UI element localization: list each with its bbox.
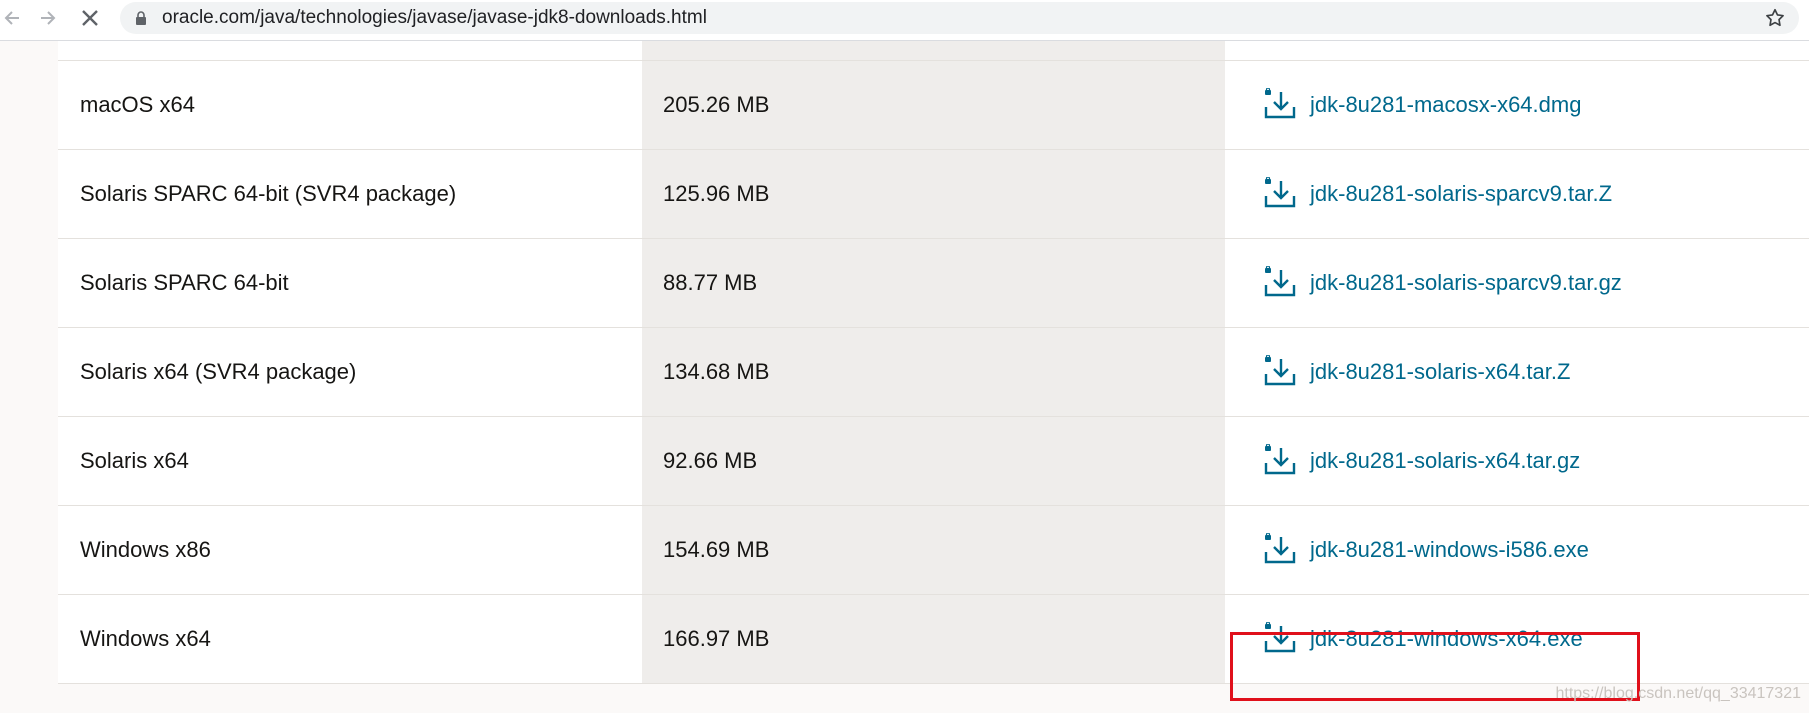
download-link[interactable]: jdk-8u281-solaris-x64.tar.Z	[1262, 355, 1570, 389]
file-size: 92.66 MB	[663, 448, 758, 473]
download-icon	[1264, 88, 1296, 119]
download-filename[interactable]: jdk-8u281-solaris-sparcv9.tar.Z	[1310, 181, 1612, 207]
table-row: Windows x86 154.69 MB jdk-8u281-windows-…	[58, 506, 1809, 595]
size-cell: 125.96 MB	[642, 150, 1225, 238]
download-filename[interactable]: jdk-8u281-windows-i586.exe	[1310, 537, 1589, 563]
page-content: macOS x64 205.26 MB jdk-8u281-macosx-x64…	[0, 41, 1809, 713]
os-label: Solaris SPARC 64-bit (SVR4 package)	[80, 181, 457, 206]
lock-icon[interactable]	[135, 2, 147, 34]
download-icon	[1264, 444, 1296, 475]
table-row: Solaris SPARC 64-bit (SVR4 package) 125.…	[58, 150, 1809, 239]
size-cell: 154.69 MB	[642, 506, 1225, 594]
os-cell: Windows x86	[58, 506, 642, 594]
download-link[interactable]: jdk-8u281-macosx-x64.dmg	[1262, 88, 1581, 122]
download-icon	[1264, 533, 1296, 564]
os-cell: Solaris SPARC 64-bit (SVR4 package)	[58, 150, 642, 238]
close-icon	[82, 10, 98, 26]
size-cell: 88.77 MB	[642, 239, 1225, 327]
table-row: Solaris x64 92.66 MB jdk-8u281-solaris-x…	[58, 417, 1809, 506]
os-label: macOS x64	[80, 92, 195, 117]
os-cell: Solaris x64	[58, 417, 642, 505]
download-link[interactable]: jdk-8u281-solaris-x64.tar.gz	[1262, 444, 1580, 478]
download-cell: jdk-8u281-solaris-x64.tar.Z	[1225, 328, 1809, 416]
file-size: 88.77 MB	[663, 270, 758, 295]
star-icon	[1766, 8, 1784, 27]
size-cell: 205.26 MB	[642, 61, 1225, 149]
file-size: 125.96 MB	[663, 181, 770, 206]
table-row-partial	[58, 41, 1809, 61]
table-row: Solaris x64 (SVR4 package) 134.68 MB jdk…	[58, 328, 1809, 417]
stop-button[interactable]	[72, 0, 108, 36]
os-label: Windows x64	[80, 626, 211, 651]
os-cell: Windows x64	[58, 595, 642, 683]
bookmark-star-button[interactable]	[1759, 2, 1791, 34]
download-link[interactable]: jdk-8u281-solaris-sparcv9.tar.gz	[1262, 266, 1622, 300]
table-row: Solaris SPARC 64-bit 88.77 MB jdk-8u281-…	[58, 239, 1809, 328]
file-size: 134.68 MB	[663, 359, 770, 384]
download-icon	[1264, 355, 1296, 386]
download-cell: jdk-8u281-windows-i586.exe	[1225, 506, 1809, 594]
file-size: 166.97 MB	[663, 626, 770, 651]
download-cell: jdk-8u281-solaris-x64.tar.gz	[1225, 417, 1809, 505]
os-cell: Solaris x64 (SVR4 package)	[58, 328, 642, 416]
download-cell: jdk-8u281-solaris-sparcv9.tar.Z	[1225, 150, 1809, 238]
size-cell: 134.68 MB	[642, 328, 1225, 416]
download-link[interactable]: jdk-8u281-windows-i586.exe	[1262, 533, 1589, 567]
url-text[interactable]: oracle.com/java/technologies/javase/java…	[162, 2, 707, 34]
size-cell: 166.97 MB	[642, 595, 1225, 683]
os-cell: macOS x64	[58, 61, 642, 149]
download-filename[interactable]: jdk-8u281-macosx-x64.dmg	[1310, 92, 1581, 118]
download-filename[interactable]: jdk-8u281-solaris-x64.tar.Z	[1310, 359, 1570, 385]
os-label: Solaris x64 (SVR4 package)	[80, 359, 357, 384]
download-cell: jdk-8u281-solaris-sparcv9.tar.gz	[1225, 239, 1809, 327]
arrow-left-icon	[4, 11, 19, 25]
browser-toolbar: oracle.com/java/technologies/javase/java…	[0, 0, 1809, 41]
table-row: macOS x64 205.26 MB jdk-8u281-macosx-x64…	[58, 61, 1809, 150]
os-cell: Solaris SPARC 64-bit	[58, 239, 642, 327]
file-size: 154.69 MB	[663, 537, 770, 562]
download-icon	[1264, 266, 1296, 297]
watermark: https://blog.csdn.net/qq_33417321	[1555, 685, 1801, 702]
file-size: 205.26 MB	[663, 92, 770, 117]
address-bar[interactable]: oracle.com/java/technologies/javase/java…	[120, 2, 1799, 34]
download-filename[interactable]: jdk-8u281-solaris-x64.tar.gz	[1310, 448, 1580, 474]
download-link[interactable]: jdk-8u281-solaris-sparcv9.tar.Z	[1262, 177, 1612, 211]
forward-button[interactable]	[30, 0, 66, 36]
os-label: Solaris x64	[80, 448, 189, 473]
download-icon	[1264, 177, 1296, 208]
downloads-table: macOS x64 205.26 MB jdk-8u281-macosx-x64…	[58, 41, 1809, 684]
download-cell: jdk-8u281-macosx-x64.dmg	[1225, 61, 1809, 149]
os-label: Solaris SPARC 64-bit	[80, 270, 289, 295]
back-button[interactable]	[0, 0, 30, 36]
os-label: Windows x86	[80, 537, 211, 562]
size-cell: 92.66 MB	[642, 417, 1225, 505]
arrow-right-icon	[41, 11, 56, 25]
download-filename[interactable]: jdk-8u281-solaris-sparcv9.tar.gz	[1310, 270, 1622, 296]
